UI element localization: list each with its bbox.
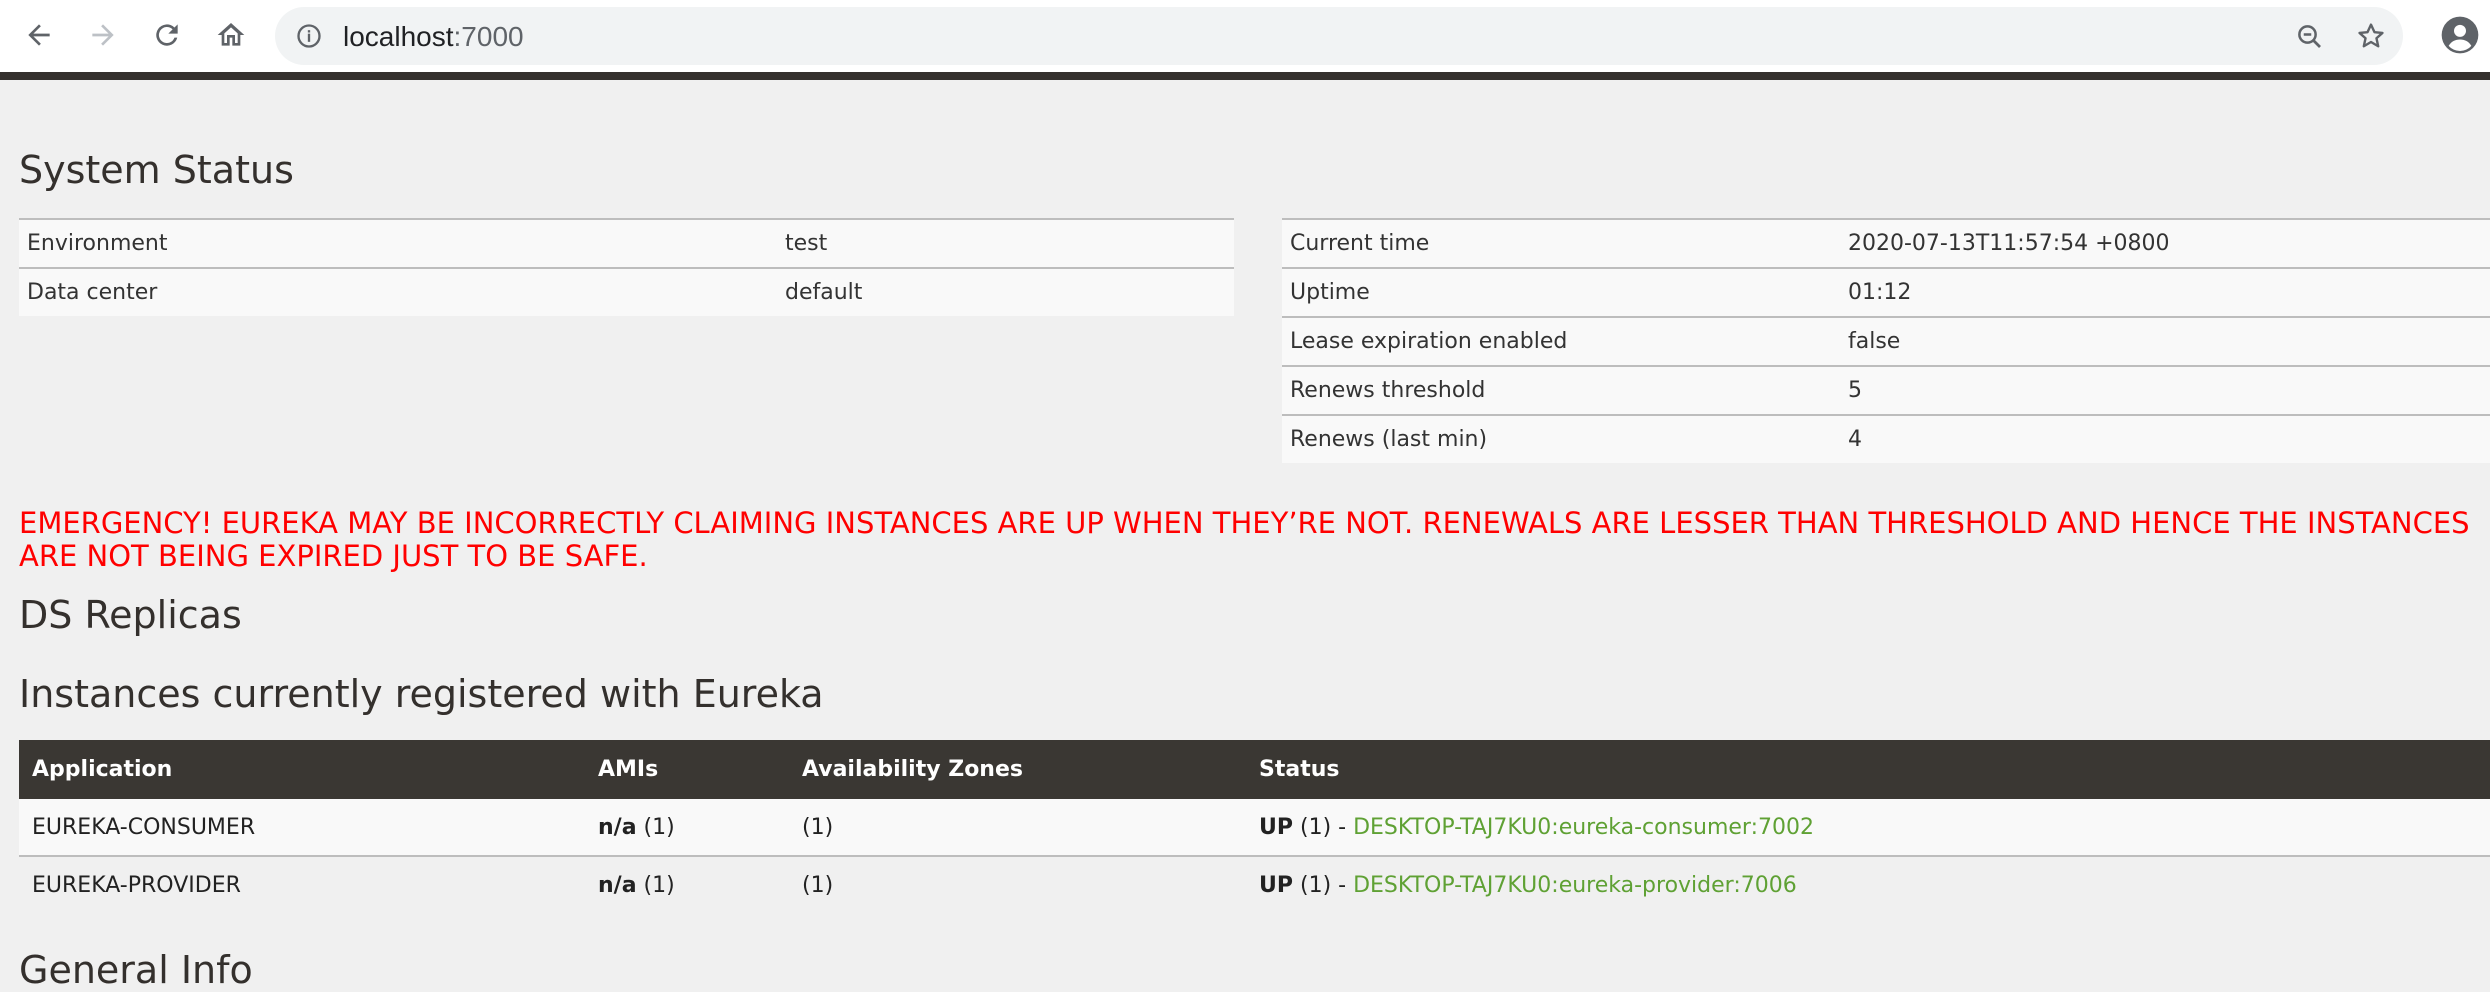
status-key: Renews (last min) <box>1282 414 1840 463</box>
table-row: Current time 2020-07-13T11:57:54 +0800 <box>1282 218 2490 268</box>
url-text[interactable]: localhost:7000 <box>343 21 524 53</box>
star-icon[interactable] <box>2355 20 2387 56</box>
address-bar[interactable]: localhost:7000 <box>275 7 2403 65</box>
instance-link[interactable]: DESKTOP-TAJ7KU0:eureka-provider:7006 <box>1353 873 1797 898</box>
general-info-title: General Info <box>19 948 253 992</box>
column-header-status: Status <box>1246 740 2490 799</box>
emergency-line-1: EMERGENCY! EUREKA MAY BE INCORRECTLY CLA… <box>19 506 2470 540</box>
status-key: Lease expiration enabled <box>1282 316 1840 366</box>
table-row: Environment test <box>19 218 1234 268</box>
account-icon[interactable] <box>2440 15 2480 59</box>
zoom-out-icon[interactable] <box>2295 22 2325 56</box>
table-header-row: Application AMIs Availability Zones Stat… <box>19 740 2490 799</box>
ds-replicas-title: DS Replicas <box>19 593 242 637</box>
application-name: EUREKA-CONSUMER <box>19 799 585 857</box>
table-row: EUREKA-CONSUMER n/a (1) (1) UP (1) - DES… <box>19 799 2490 857</box>
ami-label: n/a <box>598 872 637 898</box>
status-count: (1) - <box>1293 872 1354 898</box>
status-value: test <box>777 218 1234 268</box>
status-label: UP <box>1259 814 1293 840</box>
status-value: 01:12 <box>1840 267 2490 317</box>
status-key: Uptime <box>1282 267 1840 317</box>
status-label: UP <box>1259 872 1293 898</box>
system-status-title: System Status <box>19 148 294 192</box>
emergency-warning: EMERGENCY! EUREKA MAY BE INCORRECTLY CLA… <box>19 507 2479 573</box>
availability-zone: (1) <box>789 856 1246 913</box>
url-host: localhost <box>343 21 454 52</box>
system-status-right-table: Current time 2020-07-13T11:57:54 +0800 U… <box>1282 218 2490 463</box>
ami-cell: n/a (1) <box>585 856 789 913</box>
info-icon[interactable] <box>295 22 323 54</box>
status-count: (1) - <box>1293 814 1354 840</box>
ami-count: (1) <box>636 872 675 898</box>
status-key: Current time <box>1282 218 1840 268</box>
home-icon[interactable] <box>210 14 252 56</box>
ami-label: n/a <box>598 814 637 840</box>
status-value: 4 <box>1840 414 2490 463</box>
status-value: 5 <box>1840 365 2490 415</box>
page-header-bar <box>0 72 2490 80</box>
column-header-amis: AMIs <box>585 740 789 799</box>
table-row: Data center default <box>19 267 1234 316</box>
back-arrow-icon[interactable] <box>18 14 60 56</box>
table-row: EUREKA-PROVIDER n/a (1) (1) UP (1) - DES… <box>19 856 2490 913</box>
status-value: default <box>777 267 1234 316</box>
status-value: 2020-07-13T11:57:54 +0800 <box>1840 218 2490 268</box>
forward-arrow-icon[interactable] <box>82 14 124 56</box>
instances-table: Application AMIs Availability Zones Stat… <box>19 740 2490 913</box>
status-cell: UP (1) - DESKTOP-TAJ7KU0:eureka-provider… <box>1246 856 2490 913</box>
browser-toolbar: localhost:7000 <box>0 0 2490 72</box>
reload-icon[interactable] <box>146 14 188 56</box>
status-value: false <box>1840 316 2490 366</box>
emergency-line-2: ARE NOT BEING EXPIRED JUST TO BE SAFE. <box>19 539 648 573</box>
ami-cell: n/a (1) <box>585 799 789 857</box>
table-row: Uptime 01:12 <box>1282 267 2490 317</box>
table-row: Renews (last min) 4 <box>1282 414 2490 463</box>
instances-title: Instances currently registered with Eure… <box>19 672 824 716</box>
application-name: EUREKA-PROVIDER <box>19 856 585 913</box>
availability-zone: (1) <box>789 799 1246 857</box>
url-port: :7000 <box>453 21 524 52</box>
table-row: Lease expiration enabled false <box>1282 316 2490 366</box>
status-key: Environment <box>19 218 777 268</box>
status-key: Data center <box>19 267 777 316</box>
column-header-availability-zones: Availability Zones <box>789 740 1246 799</box>
column-header-application: Application <box>19 740 585 799</box>
status-cell: UP (1) - DESKTOP-TAJ7KU0:eureka-consumer… <box>1246 799 2490 857</box>
status-key: Renews threshold <box>1282 365 1840 415</box>
system-status-left-table: Environment test Data center default <box>19 218 1234 316</box>
ami-count: (1) <box>636 814 675 840</box>
instance-link[interactable]: DESKTOP-TAJ7KU0:eureka-consumer:7002 <box>1353 815 1814 840</box>
table-row: Renews threshold 5 <box>1282 365 2490 415</box>
